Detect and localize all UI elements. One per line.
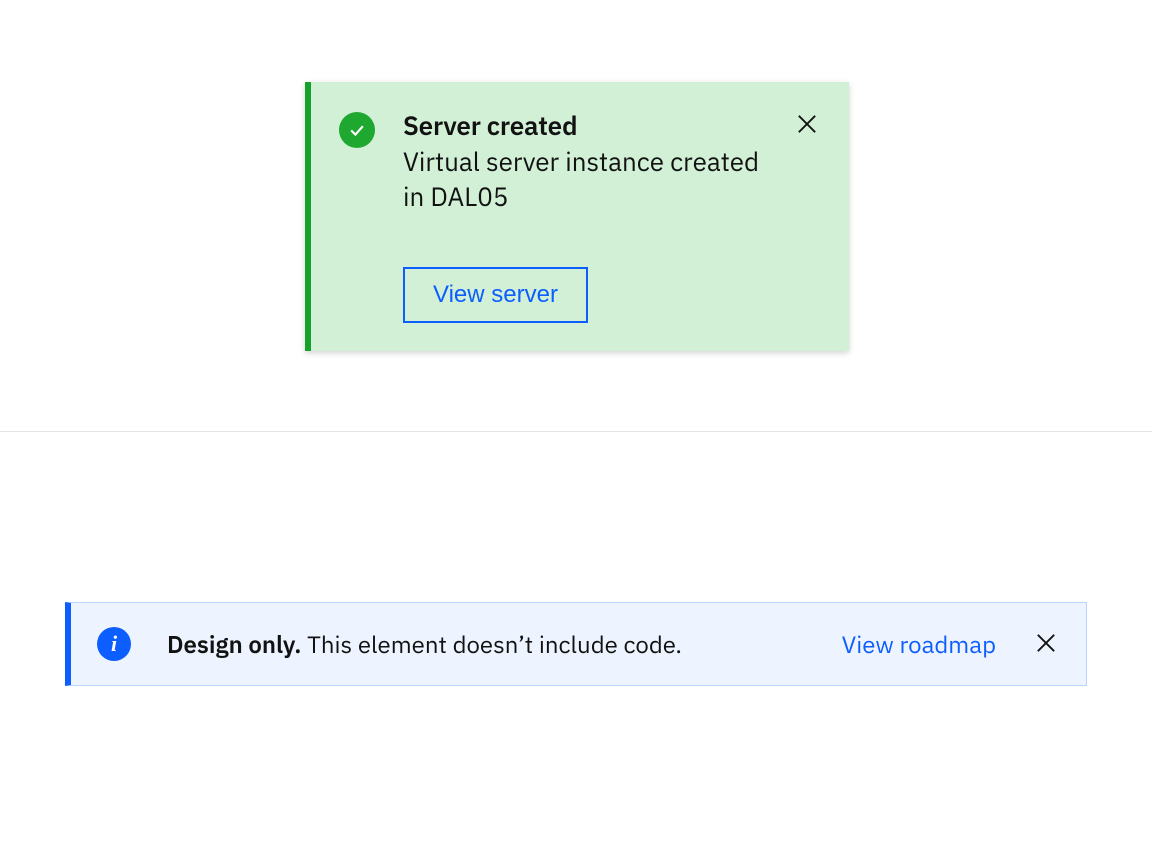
inline-title: Design only.: [167, 628, 301, 660]
view-server-button[interactable]: View server: [403, 267, 588, 323]
toast-title: Server created: [403, 110, 773, 143]
inline-body-text: This element doesn’t include code.: [301, 628, 682, 660]
close-icon: [1032, 629, 1060, 657]
info-icon: i: [97, 627, 131, 661]
inline-message: Design only. This element doesn’t includ…: [167, 628, 802, 660]
toast-body: Server created Virtual server instance c…: [403, 110, 773, 323]
toast-description: Virtual server instance created in DAL05: [403, 145, 773, 215]
checkmark-icon: [339, 112, 375, 148]
section-divider: [0, 431, 1152, 432]
info-inline-notification: i Design only. This element doesn’t incl…: [65, 602, 1087, 686]
toast-close-button[interactable]: [793, 110, 821, 141]
success-icon-container: [339, 112, 375, 148]
inline-close-button[interactable]: [1032, 629, 1060, 660]
view-roadmap-link[interactable]: View roadmap: [842, 628, 996, 660]
info-icon-container: i: [97, 627, 131, 661]
close-icon: [793, 110, 821, 138]
success-toast: Server created Virtual server instance c…: [305, 82, 849, 351]
